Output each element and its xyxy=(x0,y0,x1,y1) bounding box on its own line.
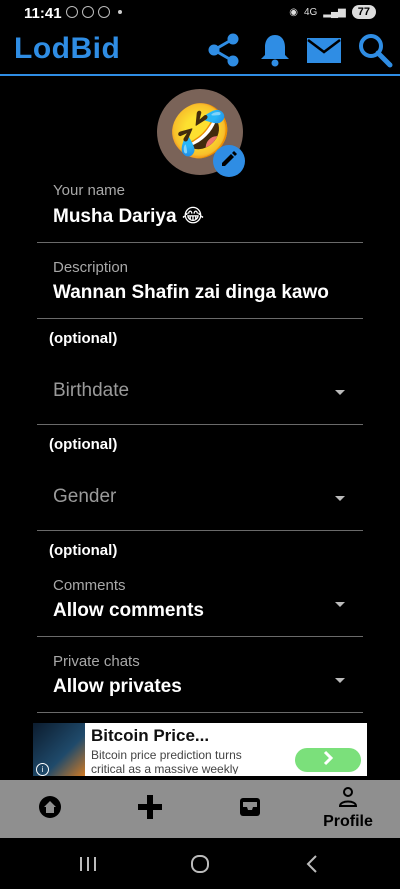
name-field[interactable]: Your name Musha Dariya 😂 xyxy=(37,175,363,243)
app-bar: LodBid xyxy=(0,28,400,76)
notification-icon xyxy=(82,6,94,18)
signal-icon: ▂▄▆ xyxy=(323,6,346,18)
private-chats-dropdown[interactable]: Private chats Allow privates xyxy=(37,636,363,713)
description-value[interactable]: Wannan Shafin zai dinga kawo xyxy=(53,282,329,304)
home-icon xyxy=(38,795,62,824)
status-time: 11:41 xyxy=(24,5,62,22)
status-right: ◉ 4G ▂▄▆ 77 xyxy=(289,5,376,19)
nav-profile-label: Profile xyxy=(323,813,373,830)
search-icon[interactable] xyxy=(356,31,394,69)
name-value[interactable]: Musha Dariya 😂 xyxy=(53,205,204,228)
birthdate-dropdown[interactable]: Birthdate xyxy=(37,352,363,425)
nav-home[interactable] xyxy=(20,780,80,838)
home-button-icon[interactable] xyxy=(189,853,211,880)
gender-placeholder: Gender xyxy=(53,486,117,507)
ad-title: Bitcoin Price... xyxy=(91,726,210,745)
hotspot-icon: ◉ xyxy=(289,6,298,18)
ad-banner[interactable]: i Bitcoin Price... Bitcoin price predict… xyxy=(33,723,367,776)
tiktok-icon xyxy=(98,6,110,18)
mail-icon[interactable] xyxy=(305,31,343,69)
pencil-icon xyxy=(220,150,238,173)
profile-icon xyxy=(337,787,359,812)
birthdate-placeholder: Birthdate xyxy=(53,380,130,401)
name-label: Your name xyxy=(53,182,125,199)
edit-avatar-button[interactable] xyxy=(213,145,245,177)
chevron-down-icon xyxy=(335,496,345,501)
status-bar: 11:41 ◉ 4G ▂▄▆ 77 xyxy=(0,0,400,28)
info-icon[interactable]: i xyxy=(36,763,49,776)
recents-icon[interactable] xyxy=(78,854,98,879)
back-icon[interactable] xyxy=(302,853,322,880)
ad-image: i xyxy=(33,723,85,776)
plus-icon xyxy=(137,794,163,825)
ad-description: Bitcoin price prediction turns critical … xyxy=(91,748,242,774)
system-navigation-bar xyxy=(0,838,400,889)
comments-optional-label: (optional) xyxy=(49,542,118,559)
private-chats-value: Allow privates xyxy=(53,676,182,697)
chevron-down-icon xyxy=(335,602,345,607)
birthdate-optional-label: (optional) xyxy=(49,330,118,347)
nav-add[interactable] xyxy=(120,780,180,838)
gender-optional-label: (optional) xyxy=(49,436,118,453)
bell-icon[interactable] xyxy=(256,31,294,69)
profile-avatar-container: 🤣 xyxy=(157,89,245,177)
inbox-icon xyxy=(239,796,261,823)
network-type: 4G xyxy=(303,6,318,18)
comments-dropdown[interactable]: Comments Allow comments xyxy=(37,564,363,637)
share-icon[interactable] xyxy=(205,31,243,69)
ad-open-button[interactable] xyxy=(295,748,361,772)
more-notifications-icon xyxy=(118,10,122,14)
chevron-right-icon xyxy=(320,750,336,771)
comments-value: Allow comments xyxy=(53,600,204,621)
battery-icon: 77 xyxy=(351,5,376,19)
nav-inbox[interactable] xyxy=(220,780,280,838)
app-title: LodBid xyxy=(14,32,121,65)
chevron-down-icon xyxy=(335,678,345,683)
comments-label: Comments xyxy=(53,577,126,594)
gender-dropdown[interactable]: Gender xyxy=(37,458,363,531)
notification-icons xyxy=(66,6,122,18)
description-field[interactable]: Description Wannan Shafin zai dinga kawo xyxy=(37,242,363,319)
description-label: Description xyxy=(53,259,129,276)
bottom-navigation: Profile xyxy=(0,780,400,838)
private-chats-label: Private chats xyxy=(53,653,140,670)
nav-profile[interactable]: Profile xyxy=(312,780,384,838)
notification-icon xyxy=(66,6,78,18)
chevron-down-icon xyxy=(335,390,345,395)
